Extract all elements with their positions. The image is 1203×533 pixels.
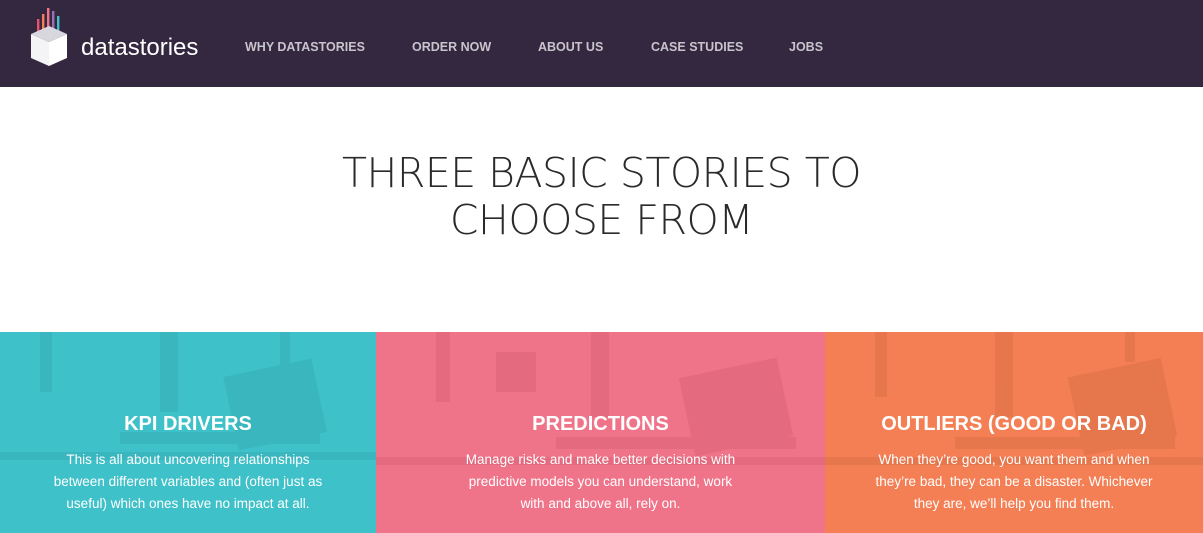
- top-navbar: datastories WHY DATASTORIES ORDER NOW AB…: [0, 0, 1203, 87]
- book-chart-icon: [31, 8, 67, 66]
- panel-description: This is all about uncovering relationshi…: [0, 449, 376, 515]
- panel-description-line: they are, we’ll help you find them.: [913, 496, 1115, 511]
- panel-title: PREDICTIONS: [532, 413, 669, 435]
- panel-description-line: between different variables and (often j…: [53, 474, 323, 489]
- panel-description-line: they’re bad, they can be a disaster. Whi…: [875, 474, 1153, 489]
- panel-description-line: This is all about uncovering relationshi…: [66, 452, 310, 467]
- panel-description-line: useful) which ones have no impact at all…: [66, 496, 310, 511]
- panel-description: Manage risks and make better decisions w…: [376, 449, 825, 515]
- panel-description-line: Manage risks and make better decisions w…: [465, 452, 736, 467]
- panel-outliers[interactable]: OUTLIERS (GOOD OR BAD) When they’re good…: [825, 332, 1203, 533]
- panel-title: KPI DRIVERS: [124, 413, 252, 435]
- logo-wordmark: datastories: [81, 34, 198, 62]
- panel-description-line: When they’re good, you want them and whe…: [878, 452, 1150, 467]
- page-title-line-2: CHOOSE FROM: [449, 196, 754, 244]
- nav-why-datastories[interactable]: WHY DATASTORIES: [245, 40, 365, 54]
- story-panels: KPI DRIVERS This is all about uncovering…: [0, 332, 1203, 533]
- nav-case-studies[interactable]: CASE STUDIES: [651, 40, 743, 54]
- page-title: THREE BASIC STORIES TO CHOOSE FROM: [0, 150, 1203, 244]
- nav-order-now[interactable]: ORDER NOW: [412, 40, 491, 54]
- nav-jobs[interactable]: JOBS: [789, 40, 823, 54]
- panel-description-line: with and above all, rely on.: [520, 496, 681, 511]
- panel-description-line: predictive models you can understand, wo…: [468, 474, 733, 489]
- datastories-logo[interactable]: datastories: [28, 6, 208, 70]
- logo-text-light: data: [81, 34, 128, 61]
- logo-text-bold: stories: [127, 34, 199, 61]
- panel-predictions[interactable]: PREDICTIONS Manage risks and make better…: [376, 332, 825, 533]
- panel-description: When they’re good, you want them and whe…: [825, 449, 1203, 515]
- nav-about-us[interactable]: ABOUT US: [538, 40, 603, 54]
- page-title-line-1: THREE BASIC STORIES TO: [341, 149, 862, 197]
- panel-title: OUTLIERS (GOOD OR BAD): [881, 413, 1147, 435]
- panel-kpi-drivers[interactable]: KPI DRIVERS This is all about uncovering…: [0, 332, 376, 533]
